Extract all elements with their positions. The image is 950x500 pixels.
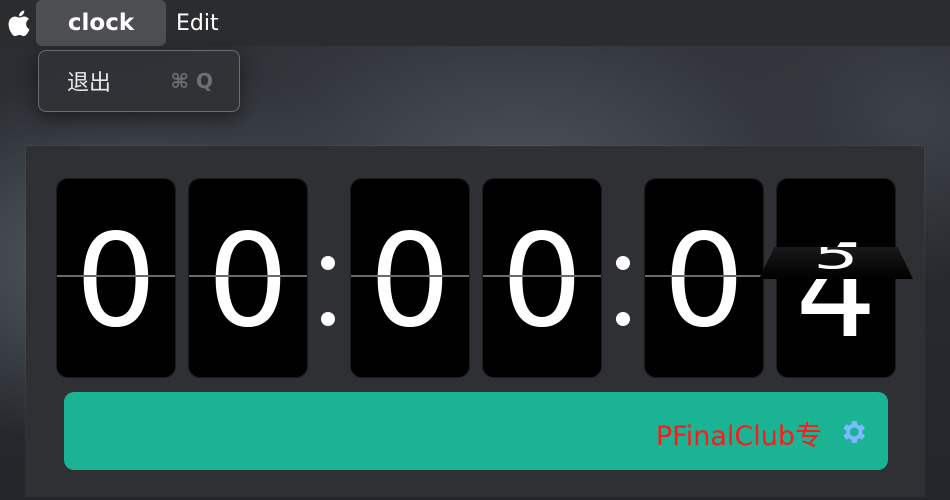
second-tens-digit: 0	[663, 207, 745, 356]
flip-flap: 5	[759, 247, 913, 279]
flip-next-digit: 5	[813, 247, 859, 278]
quit-shortcut: ⌘ Q	[170, 69, 213, 93]
card-seam	[189, 275, 307, 277]
app-menu-dropdown: 退出 ⌘ Q	[38, 50, 240, 112]
minute-tens-digit: 0	[369, 207, 451, 356]
footer-text: PFinalClub专	[655, 421, 822, 452]
hour-ones-digit: 0	[207, 207, 289, 356]
second-ones-card: 4 5	[759, 178, 913, 378]
hour-ones-card: 0	[188, 178, 308, 378]
gear-icon[interactable]	[838, 417, 868, 447]
minute-ones-card: 0	[482, 178, 602, 378]
hour-tens-card: 0	[56, 178, 176, 378]
app-menu-clock[interactable]: clock	[36, 0, 166, 46]
card-seam	[645, 275, 763, 277]
minute-ones-digit: 0	[501, 207, 583, 356]
menu-edit[interactable]: Edit	[176, 11, 219, 36]
second-tens-card: 0	[644, 178, 764, 378]
card-seam	[57, 275, 175, 277]
minute-tens-card: 0	[350, 178, 470, 378]
apple-icon[interactable]	[0, 0, 36, 46]
hour-tens-digit: 0	[75, 207, 157, 356]
menu-bar: clock Edit	[0, 0, 950, 46]
menu-item-quit[interactable]: 退出	[67, 65, 111, 97]
card-seam	[351, 275, 469, 277]
footer-bar: PFinalClub专	[64, 392, 888, 470]
colon-separator	[321, 256, 335, 336]
colon-separator	[616, 256, 630, 336]
flip-clock-panel: 0 0 0 0 0 4 5 PFinalClub专	[26, 146, 924, 496]
card-seam	[483, 275, 601, 277]
